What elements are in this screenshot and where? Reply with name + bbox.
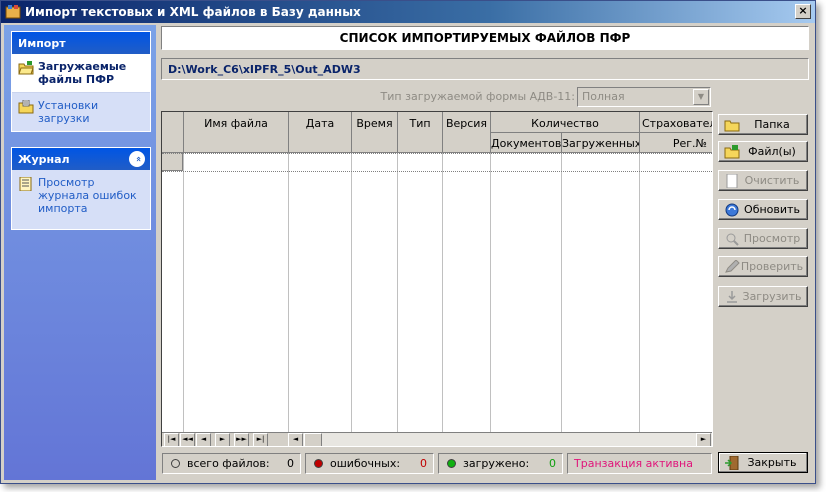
folder-add-icon: [724, 145, 740, 159]
grid-line: [397, 153, 398, 436]
journal-group-title: Журнал: [18, 153, 70, 166]
nav-next-button[interactable]: ►: [215, 433, 230, 446]
chevron-up-icon[interactable]: «: [129, 151, 145, 167]
folder-button[interactable]: Папка: [718, 114, 808, 135]
title-bar[interactable]: Импорт текстовых и XML файлов в Базу дан…: [1, 1, 815, 23]
import-group-header[interactable]: Импорт: [12, 32, 150, 54]
journal-group: Журнал « Просмотр журнала ошибок импорта: [11, 147, 151, 230]
window-title: Импорт текстовых и XML файлов в Базу дан…: [25, 5, 361, 19]
journal-group-header[interactable]: Журнал «: [12, 148, 150, 170]
folder-icon: [724, 118, 740, 132]
col-header-date[interactable]: Дата: [289, 112, 352, 153]
table-row[interactable]: [162, 171, 712, 172]
col-header-loaded[interactable]: Загруженных: [562, 133, 640, 153]
folder-path: D:\Work_C6\xIPFR_5\Out_ADW3: [161, 58, 809, 80]
grid-line: [442, 153, 443, 436]
settings-folder-icon: [18, 99, 34, 114]
nav-next-page-button[interactable]: ►►: [234, 433, 249, 446]
grid-line: [288, 153, 289, 436]
import-group: Импорт Загружаемые файлы ПФР Установки з…: [11, 31, 151, 132]
col-group-count: Количество: [491, 112, 640, 133]
app-icon: [5, 4, 21, 20]
exit-door-icon: [724, 455, 740, 471]
load-button-label: Загрузить: [742, 290, 802, 303]
task-pane: Импорт Загружаемые файлы ПФР Установки з…: [4, 25, 156, 480]
col-group-insurer: Страхователь: [640, 112, 712, 133]
status-errors-value: 0: [420, 457, 427, 470]
files-button-label: Файл(ы): [748, 145, 796, 158]
sidebar-item-error-log[interactable]: Просмотр журнала ошибок импорта: [12, 170, 150, 229]
row-selector[interactable]: [162, 153, 183, 171]
close-button[interactable]: Закрыть: [718, 452, 808, 473]
form-type-label: Тип загружаемой формы АДВ-11:: [380, 90, 575, 103]
page-title: СПИСОК ИМПОРТИРУЕМЫХ ФАЙЛОВ ПФР: [161, 26, 809, 50]
files-button[interactable]: Файл(ы): [718, 141, 808, 162]
refresh-icon: [724, 203, 740, 217]
status-transaction: Транзакция активна: [567, 453, 712, 474]
horizontal-scrollbar[interactable]: ◄ ►: [288, 433, 712, 446]
table-row[interactable]: [162, 153, 712, 154]
col-header-version[interactable]: Версия: [443, 112, 491, 153]
grid-line: [561, 153, 562, 436]
form-type-select[interactable]: Полная ▼: [577, 87, 711, 107]
chevron-down-icon[interactable]: ▼: [693, 89, 709, 105]
status-error-icon: [314, 459, 323, 468]
load-button[interactable]: Загрузить: [718, 286, 808, 307]
import-window: Импорт текстовых и XML файлов в Базу дан…: [0, 0, 816, 484]
grid-corner: [162, 112, 184, 153]
sidebar-item-label: Просмотр журнала ошибок импорта: [38, 176, 137, 215]
status-total-value: 0: [287, 457, 294, 470]
check-button-label: Проверить: [740, 260, 804, 273]
sidebar-item-load-settings[interactable]: Установки загрузки: [12, 93, 150, 131]
refresh-button[interactable]: Обновить: [718, 199, 808, 220]
sidebar-item-pfr-files[interactable]: Загружаемые файлы ПФР: [12, 54, 150, 93]
grid-line: [490, 153, 491, 436]
window-close-button[interactable]: ×: [795, 4, 811, 19]
sidebar-item-label: Установки загрузки: [38, 99, 99, 125]
blank-page-icon: [724, 173, 740, 189]
view-icon: [724, 232, 740, 246]
close-button-label: Закрыть: [747, 456, 797, 469]
col-header-documents[interactable]: Документов: [491, 133, 562, 153]
col-header-time[interactable]: Время: [352, 112, 398, 153]
col-header-type[interactable]: Тип: [398, 112, 443, 153]
scroll-thumb[interactable]: [304, 433, 322, 446]
form-type-value: Полная: [582, 90, 625, 103]
status-total-label: всего файлов:: [187, 457, 270, 470]
status-loaded: загружено: 0: [438, 453, 563, 474]
check-button[interactable]: Проверить: [718, 256, 808, 277]
status-total: всего файлов: 0: [162, 453, 301, 474]
grid-line: [639, 153, 640, 436]
grid-navigator: |◄ ◄◄ ◄ ► ►► ►| ◄ ►: [162, 432, 712, 446]
clear-button[interactable]: Очистить: [718, 170, 808, 191]
clear-button-label: Очистить: [744, 174, 800, 187]
status-ok-icon: [447, 459, 456, 468]
view-button-label: Просмотр: [743, 232, 801, 245]
scroll-left-button[interactable]: ◄: [288, 433, 303, 446]
col-header-filename[interactable]: Имя файла: [184, 112, 289, 153]
log-icon: [18, 176, 34, 192]
status-loaded-label: загружено:: [463, 457, 530, 470]
pencil-icon: [724, 259, 740, 274]
col-header-reg-number[interactable]: Рег.№: [640, 133, 712, 153]
status-loaded-value: 0: [549, 457, 556, 470]
grid-line: [351, 153, 352, 436]
refresh-button-label: Обновить: [744, 203, 800, 216]
nav-first-button[interactable]: |◄: [164, 433, 179, 446]
grid-line: [183, 153, 184, 436]
load-icon: [724, 290, 740, 304]
folder-button-label: Папка: [754, 118, 790, 131]
view-button[interactable]: Просмотр: [718, 228, 808, 249]
status-errors: ошибочных: 0: [305, 453, 434, 474]
status-neutral-icon: [171, 459, 180, 468]
files-grid[interactable]: Имя файла Дата Время Тип Версия Количест…: [161, 111, 713, 447]
scroll-right-button[interactable]: ►: [696, 433, 711, 446]
nav-prev-button[interactable]: ◄: [196, 433, 211, 446]
nav-prev-page-button[interactable]: ◄◄: [180, 433, 195, 446]
status-errors-label: ошибочных:: [330, 457, 401, 470]
nav-last-button[interactable]: ►|: [253, 433, 268, 446]
folder-open-icon: [18, 61, 34, 75]
import-group-title: Импорт: [18, 37, 66, 50]
sidebar-item-label: Загружаемые файлы ПФР: [38, 60, 127, 86]
